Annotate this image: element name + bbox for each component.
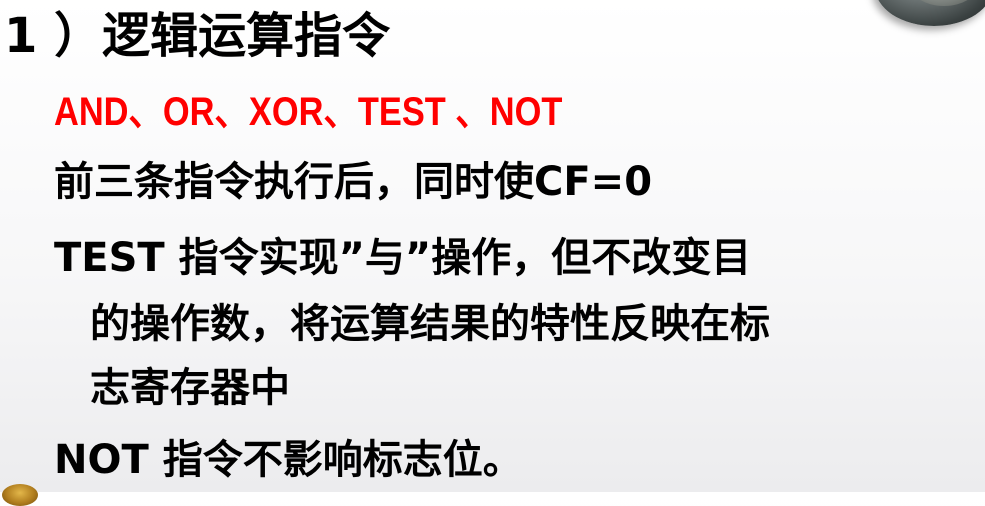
decorative-coin-image bbox=[2, 484, 38, 506]
slide-heading: 1 ）逻辑运算指令 bbox=[4, 8, 391, 64]
bullet-flags-cleared: 前三条指令执行后，同时使CF=0 bbox=[54, 159, 653, 205]
bullet-test-instruction-cont-2: 志寄存器中 bbox=[90, 365, 290, 411]
bullet-not-instruction: NOT 指令不影响标志位。 bbox=[54, 437, 523, 483]
bullet-test-instruction: TEST 指令实现”与”操作，但不改变目 bbox=[54, 235, 752, 281]
instruction-list: AND、OR、XOR、TEST 、NOT bbox=[54, 90, 563, 134]
bullet-test-instruction-cont-1: 的操作数，将运算结果的特性反映在标 bbox=[90, 301, 770, 347]
